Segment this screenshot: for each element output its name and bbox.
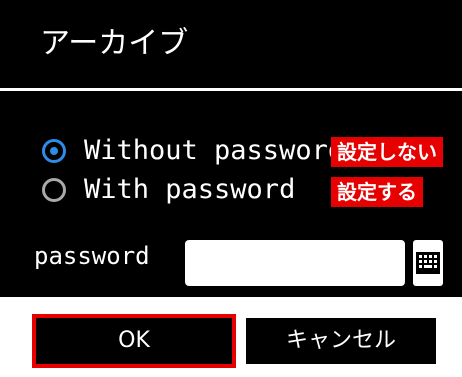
password-label: password (34, 242, 150, 270)
dialog-title: アーカイブ (40, 26, 189, 61)
dialog-titlebar: アーカイブ (0, 0, 462, 88)
without-password-annotation: 設定しない (331, 137, 443, 167)
cancel-button[interactable]: キャンセル (246, 318, 436, 364)
without-password-label[interactable]: Without password (84, 134, 344, 168)
with-password-label[interactable]: With password (84, 173, 295, 207)
without-password-radio[interactable] (42, 139, 66, 163)
password-input[interactable] (185, 240, 405, 286)
with-password-radio[interactable] (42, 178, 66, 202)
keyboard-icon (416, 252, 440, 274)
ok-button[interactable]: OK (32, 314, 236, 368)
keyboard-button[interactable] (413, 240, 443, 286)
with-password-annotation: 設定する (331, 177, 423, 207)
archive-dialog: アーカイブ Without password 設定しない With passwo… (0, 0, 462, 377)
